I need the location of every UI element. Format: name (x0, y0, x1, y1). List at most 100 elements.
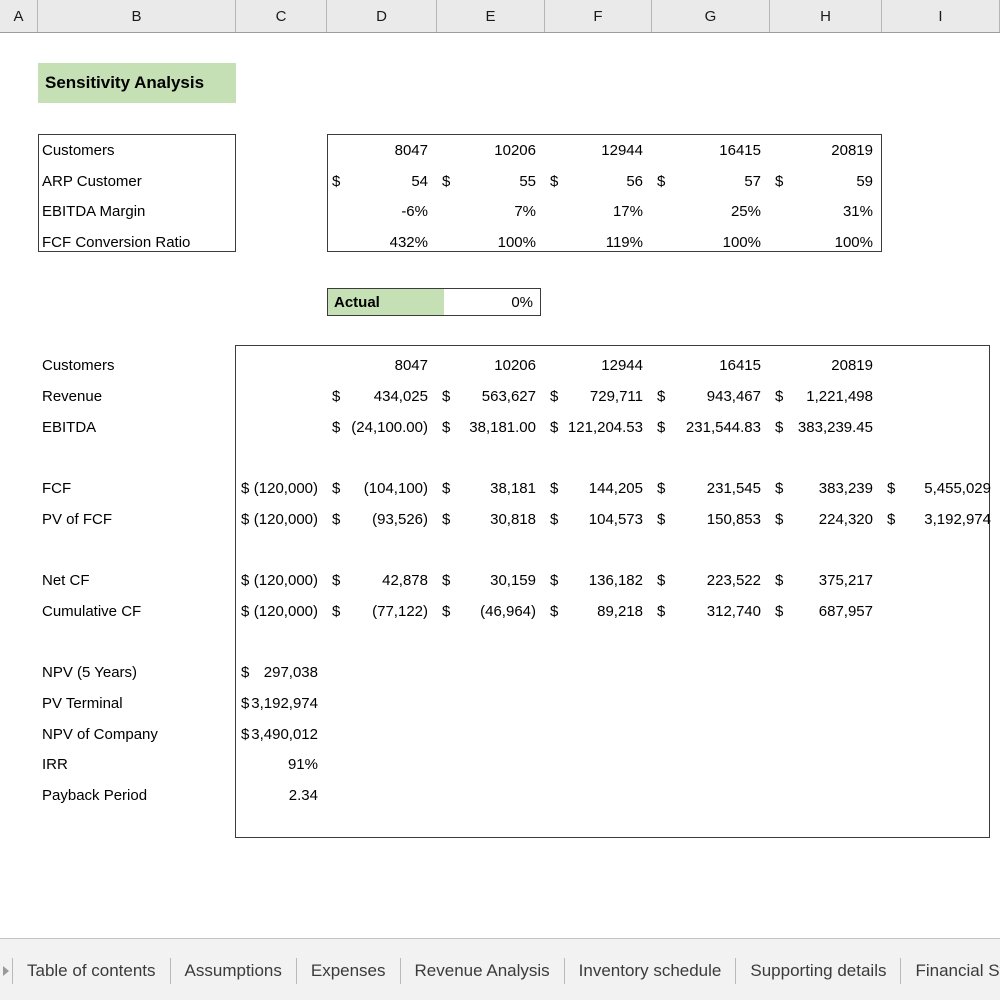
assumption-value-2-3[interactable]: 25% (652, 204, 761, 219)
sheet-tab-supporting-details[interactable]: Supporting details (736, 949, 900, 993)
sheet-grid[interactable]: Sensitivity Analysis Actual 0% Customers… (0, 33, 1000, 938)
model-value-4-5[interactable]: 224,320 (770, 512, 873, 527)
model-value-4-1[interactable]: (93,526) (327, 512, 428, 527)
assumption-value-3-0[interactable]: 432% (327, 235, 428, 250)
assumption-value-1-1[interactable]: 55 (437, 174, 536, 189)
assumption-value-2-4[interactable]: 31% (770, 204, 873, 219)
assumption-value-2-2[interactable]: 17% (545, 204, 643, 219)
sheet-tab-assumptions[interactable]: Assumptions (171, 949, 296, 993)
sheet-tab-table-of-contents[interactable]: Table of contents (13, 949, 170, 993)
model-value-2-3[interactable]: 231,544.83 (652, 420, 761, 435)
model-value-1-0[interactable]: 434,025 (327, 389, 428, 404)
model-value-1-2[interactable]: 729,711 (545, 389, 643, 404)
model-value-3-4[interactable]: 231,545 (652, 481, 761, 496)
model-value-2-4[interactable]: 383,239.45 (770, 420, 873, 435)
model-row-label-5[interactable]: Net CF (42, 573, 232, 588)
model-value-6-1[interactable]: (77,122) (327, 604, 428, 619)
assumption-label-2[interactable]: EBITDA Margin (42, 204, 232, 219)
model-value-5-5[interactable]: 375,217 (770, 573, 873, 588)
model-value-6-0[interactable]: (120,000) (236, 604, 318, 619)
assumption-value-3-3[interactable]: 100% (652, 235, 761, 250)
column-header-c[interactable]: C (236, 0, 327, 32)
model-value-6-4[interactable]: 312,740 (652, 604, 761, 619)
model-value-4-4[interactable]: 150,853 (652, 512, 761, 527)
model-value-1-1[interactable]: 563,627 (437, 389, 536, 404)
actual-scenario-bar[interactable]: Actual 0% (327, 288, 541, 316)
model-value-4-2[interactable]: 30,818 (437, 512, 536, 527)
model-value-3-3[interactable]: 144,205 (545, 481, 643, 496)
model-value-3-6[interactable]: 5,455,029 (882, 481, 991, 496)
assumption-value-3-1[interactable]: 100% (437, 235, 536, 250)
model-row-label-0[interactable]: Customers (42, 358, 232, 373)
assumption-value-0-4[interactable]: 20819 (770, 143, 873, 158)
model-row-label-7[interactable]: NPV (5 Years) (42, 665, 232, 680)
model-row-label-4[interactable]: PV of FCF (42, 512, 232, 527)
model-value-2-1[interactable]: 38,181.00 (437, 420, 536, 435)
column-header-h[interactable]: H (770, 0, 882, 32)
model-value-11-0[interactable]: 2.34 (236, 788, 318, 803)
model-value-3-1[interactable]: (104,100) (327, 481, 428, 496)
assumption-value-0-1[interactable]: 10206 (437, 143, 536, 158)
column-header-a[interactable]: A (0, 0, 38, 32)
column-header-d[interactable]: D (327, 0, 437, 32)
assumption-value-2-1[interactable]: 7% (437, 204, 536, 219)
model-value-3-2[interactable]: 38,181 (437, 481, 536, 496)
column-header-g[interactable]: G (652, 0, 770, 32)
assumption-value-1-3[interactable]: 57 (652, 174, 761, 189)
assumption-value-3-4[interactable]: 100% (770, 235, 873, 250)
model-value-6-5[interactable]: 687,957 (770, 604, 873, 619)
model-value-0-2[interactable]: 12944 (545, 358, 643, 373)
assumption-value-1-2[interactable]: 56 (545, 174, 643, 189)
assumption-value-1-0[interactable]: 54 (327, 174, 428, 189)
model-value-5-2[interactable]: 30,159 (437, 573, 536, 588)
assumption-label-0[interactable]: Customers (42, 143, 232, 158)
model-row-label-1[interactable]: Revenue (42, 389, 232, 404)
assumption-value-1-4[interactable]: 59 (770, 174, 873, 189)
model-value-5-4[interactable]: 223,522 (652, 573, 761, 588)
sheet-tab-expenses[interactable]: Expenses (297, 949, 400, 993)
assumption-value-3-2[interactable]: 119% (545, 235, 643, 250)
column-header-i[interactable]: I (882, 0, 1000, 32)
model-value-6-3[interactable]: 89,218 (545, 604, 643, 619)
model-value-5-3[interactable]: 136,182 (545, 573, 643, 588)
model-value-4-3[interactable]: 104,573 (545, 512, 643, 527)
model-value-7-0[interactable]: 297,038 (236, 665, 318, 680)
assumption-label-3[interactable]: FCF Conversion Ratio (42, 235, 232, 250)
model-value-3-0[interactable]: (120,000) (236, 481, 318, 496)
sheet-tab-inventory-schedule[interactable]: Inventory schedule (565, 949, 736, 993)
chevron-right-icon[interactable] (0, 949, 12, 993)
model-row-label-2[interactable]: EBITDA (42, 420, 232, 435)
actual-value[interactable]: 0% (444, 289, 540, 315)
model-value-2-0[interactable]: (24,100.00) (327, 420, 428, 435)
assumption-value-0-3[interactable]: 16415 (652, 143, 761, 158)
model-value-4-6[interactable]: 3,192,974 (882, 512, 991, 527)
model-value-4-0[interactable]: (120,000) (236, 512, 318, 527)
column-header-e[interactable]: E (437, 0, 545, 32)
model-value-10-0[interactable]: 91% (236, 757, 318, 772)
model-value-1-4[interactable]: 1,221,498 (770, 389, 873, 404)
model-row-label-10[interactable]: IRR (42, 757, 232, 772)
assumption-label-1[interactable]: ARP Customer (42, 174, 232, 189)
model-value-6-2[interactable]: (46,964) (437, 604, 536, 619)
assumption-value-0-2[interactable]: 12944 (545, 143, 643, 158)
model-value-2-2[interactable]: 121,204.53 (545, 420, 643, 435)
model-value-0-1[interactable]: 10206 (437, 358, 536, 373)
model-row-label-8[interactable]: PV Terminal (42, 696, 232, 711)
model-value-0-4[interactable]: 20819 (770, 358, 873, 373)
model-row-label-9[interactable]: NPV of Company (42, 727, 232, 742)
assumption-value-2-0[interactable]: -6% (327, 204, 428, 219)
sheet-tab-revenue-analysis[interactable]: Revenue Analysis (401, 949, 564, 993)
model-value-1-3[interactable]: 943,467 (652, 389, 761, 404)
assumption-value-0-0[interactable]: 8047 (327, 143, 428, 158)
model-value-8-0[interactable]: 3,192,974 (236, 696, 318, 711)
model-value-0-0[interactable]: 8047 (327, 358, 428, 373)
model-value-5-1[interactable]: 42,878 (327, 573, 428, 588)
model-value-5-0[interactable]: (120,000) (236, 573, 318, 588)
model-value-9-0[interactable]: 3,490,012 (236, 727, 318, 742)
column-header-f[interactable]: F (545, 0, 652, 32)
model-row-label-3[interactable]: FCF (42, 481, 232, 496)
column-header-b[interactable]: B (38, 0, 236, 32)
sheet-tab-financial-statel[interactable]: Financial Statel (901, 949, 1000, 993)
model-row-label-11[interactable]: Payback Period (42, 788, 232, 803)
model-value-0-3[interactable]: 16415 (652, 358, 761, 373)
